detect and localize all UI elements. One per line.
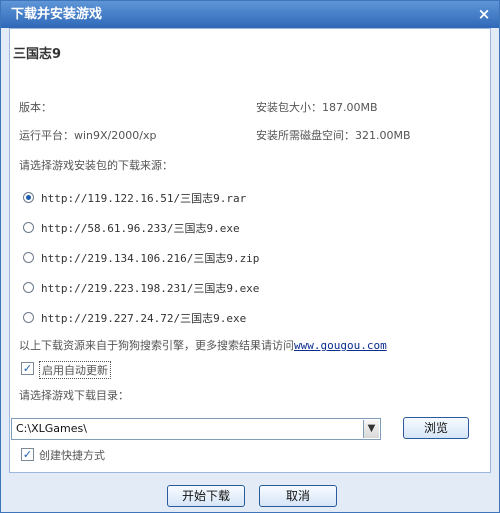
dialog-title: 下载并安装游戏 xyxy=(11,7,103,22)
cancel-button[interactable]: 取消 xyxy=(259,485,337,507)
close-icon[interactable]: × xyxy=(475,5,493,23)
download-install-dialog: 下载并安装游戏 × 三国志9 版本： 安装包大小：187.00MB 运行平台：w… xyxy=(0,0,500,513)
auto-update-label[interactable]: 启用自动更新 xyxy=(39,361,111,379)
source-prompt: 请选择游戏安装包的下载来源： xyxy=(19,159,173,172)
source-note-text: 以上下载资源来自于狗狗搜索引擎，更多搜索结果请访问 xyxy=(19,339,294,352)
title-bar: 下载并安装游戏 × xyxy=(1,1,499,28)
package-size: 安装包大小：187.00MB xyxy=(256,101,378,114)
source-radio-2[interactable] xyxy=(23,222,34,233)
source-radio-5[interactable] xyxy=(23,312,34,323)
source-url-2[interactable]: http://58.61.96.233/三国志9.exe xyxy=(41,220,240,236)
version-label: 版本： xyxy=(19,101,52,114)
dir-dropdown-icon[interactable]: ▼ xyxy=(363,420,379,438)
auto-update-checkbox[interactable]: ✓ xyxy=(21,362,34,375)
source-url-4[interactable]: http://219.223.198.231/三国志9.exe xyxy=(41,280,259,296)
shortcut-checkbox[interactable]: ✓ xyxy=(21,448,34,461)
shortcut-label[interactable]: 创建快捷方式 xyxy=(39,447,105,463)
source-radio-4[interactable] xyxy=(23,282,34,293)
dir-input[interactable]: C:\XLGames\ xyxy=(11,418,381,440)
dir-prompt: 请选择游戏下载目录： xyxy=(19,389,129,402)
game-title: 三国志9 xyxy=(13,47,62,62)
disk-space-info: 安装所需磁盘空间：321.00MB xyxy=(256,129,411,142)
browse-button[interactable]: 浏览 xyxy=(403,417,469,439)
source-url-1[interactable]: http://119.122.16.51/三国志9.rar xyxy=(41,190,246,206)
source-url-3[interactable]: http://219.134.106.216/三国志9.zip xyxy=(41,250,259,266)
source-radio-1[interactable] xyxy=(23,192,34,203)
footer-bar xyxy=(1,473,499,512)
source-url-5[interactable]: http://219.227.24.72/三国志9.exe xyxy=(41,310,246,326)
gougou-link[interactable]: www.gougou.com xyxy=(294,339,387,352)
start-download-button[interactable]: 开始下载 xyxy=(167,485,245,507)
platform-info: 运行平台：win9X/2000/xp xyxy=(19,129,157,142)
source-note: 以上下载资源来自于狗狗搜索引擎，更多搜索结果请访问www.gougou.com xyxy=(19,337,387,353)
source-radio-3[interactable] xyxy=(23,252,34,263)
